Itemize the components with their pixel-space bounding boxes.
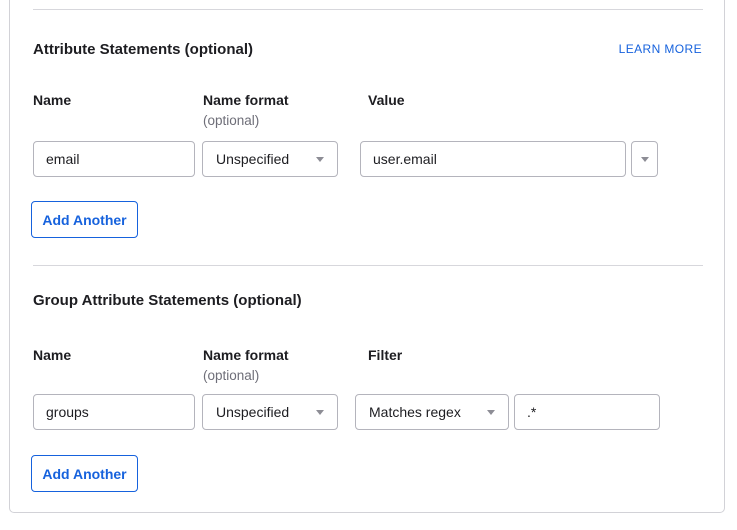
add-another-group-attribute-button[interactable]: Add Another [31, 455, 138, 492]
column-label-name: Name [33, 92, 71, 108]
column-label-group-name: Name [33, 347, 71, 363]
column-label-name-format: Name format [203, 92, 289, 108]
caret-down-icon [487, 410, 495, 415]
settings-card [9, 0, 725, 513]
attribute-value-input[interactable] [360, 141, 626, 177]
name-format-optional-hint: (optional) [203, 113, 259, 129]
column-label-filter: Filter [368, 347, 402, 363]
group-name-format-optional-hint: (optional) [203, 368, 259, 384]
attribute-name-format-selected-value: Unspecified [216, 151, 289, 167]
column-label-value: Value [368, 92, 405, 108]
column-label-group-name-format: Name format [203, 347, 289, 363]
page: Attribute Statements (optional) LEARN MO… [0, 0, 737, 530]
attribute-name-format-select[interactable]: Unspecified [202, 141, 338, 177]
group-filter-type-select[interactable]: Matches regex [355, 394, 509, 430]
group-name-format-selected-value: Unspecified [216, 404, 289, 420]
section-title-attribute-statements: Attribute Statements (optional) [33, 41, 253, 59]
add-another-attribute-button[interactable]: Add Another [31, 201, 138, 238]
group-name-format-select[interactable]: Unspecified [202, 394, 338, 430]
caret-down-icon [641, 157, 649, 162]
group-filter-type-selected-value: Matches regex [369, 404, 461, 420]
group-attribute-name-input[interactable] [33, 394, 195, 430]
top-divider [33, 9, 703, 10]
group-filter-value-input[interactable] [514, 394, 660, 430]
learn-more-link[interactable]: LEARN MORE [619, 42, 702, 56]
caret-down-icon [316, 157, 324, 162]
section-title-group-attribute-statements: Group Attribute Statements (optional) [33, 292, 302, 310]
section-divider [33, 265, 703, 266]
attribute-value-dropdown-button[interactable] [631, 141, 658, 177]
caret-down-icon [316, 410, 324, 415]
attribute-name-input[interactable] [33, 141, 195, 177]
